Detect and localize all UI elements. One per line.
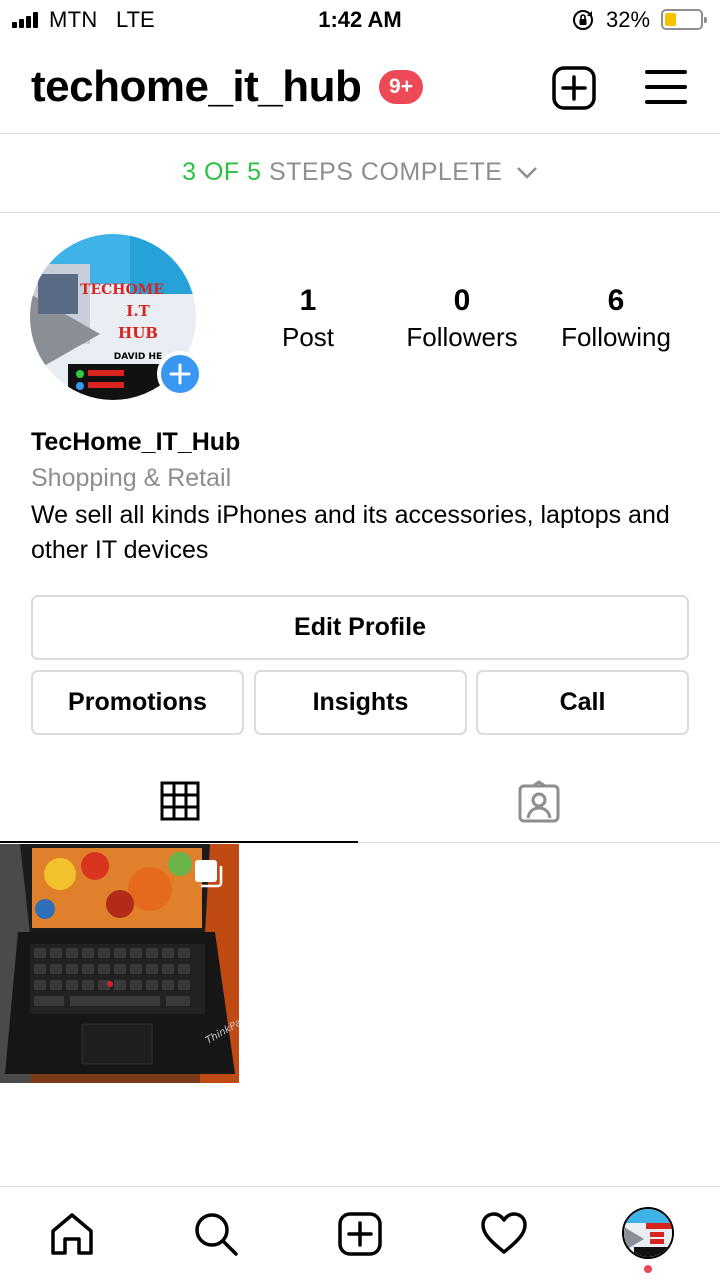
profile-bio: We sell all kinds iPhones and its access… <box>31 501 670 564</box>
promotions-button[interactable]: Promotions <box>31 670 244 735</box>
bottom-navigation <box>0 1186 720 1280</box>
steps-label: STEPS COMPLETE <box>268 158 503 186</box>
profile-category: Shopping & Retail <box>31 464 232 492</box>
profile-header: techome_it_hub 9+ <box>0 48 720 134</box>
rotation-lock-icon <box>573 10 593 30</box>
chevron-down-icon <box>517 167 537 180</box>
grid-icon <box>160 781 200 821</box>
avatar-title-line2: I.T <box>126 302 150 320</box>
notification-badge[interactable]: 9+ <box>379 70 423 104</box>
profile-display-name: TecHome_IT_Hub <box>31 428 241 456</box>
add-story-button[interactable] <box>157 351 203 397</box>
stat-following[interactable]: 6 Following <box>548 282 684 354</box>
status-bar: MTN LTE 1:42 AM 32% <box>0 0 720 40</box>
avatar-title-line4: DAVID HE <box>114 352 162 362</box>
insights-button[interactable]: Insights <box>254 670 467 735</box>
create-icon[interactable] <box>335 1209 385 1259</box>
avatar-title-line1: TECHOME <box>80 282 164 298</box>
profile-tabs <box>0 760 720 843</box>
call-button[interactable]: Call <box>476 670 689 735</box>
multiple-photos-icon <box>195 860 223 888</box>
battery-icon <box>661 9 707 30</box>
battery-fill <box>665 13 676 26</box>
stat-posts[interactable]: 1 Post <box>258 282 358 354</box>
home-icon[interactable] <box>47 1209 97 1259</box>
posts-count: 1 <box>299 284 317 317</box>
profile-picture[interactable]: TECHOME I.T HUB DAVID HE <box>30 234 203 400</box>
search-icon[interactable] <box>191 1209 241 1259</box>
activity-heart-icon[interactable] <box>479 1209 529 1259</box>
plus-icon <box>169 363 191 385</box>
tab-tagged[interactable] <box>360 760 720 843</box>
steps-progress[interactable]: 3 OF 5 STEPS COMPLETE <box>0 135 720 213</box>
menu-icon[interactable] <box>645 68 687 108</box>
new-post-icon[interactable] <box>551 65 597 111</box>
tab-grid[interactable] <box>0 760 358 843</box>
post-thumbnail[interactable]: ThinkPad <box>0 844 239 1083</box>
profile-avatar[interactable] <box>622 1207 674 1259</box>
profile-notification-dot <box>644 1265 652 1273</box>
edit-profile-button[interactable]: Edit Profile <box>31 595 689 660</box>
following-count: 6 <box>607 284 625 317</box>
account-username[interactable]: techome_it_hub <box>31 62 362 112</box>
battery-percent: 32% <box>606 7 651 32</box>
followers-count: 0 <box>453 284 471 317</box>
steps-count: 3 OF 5 <box>182 158 262 186</box>
avatar-title-line3: HUB <box>118 324 158 342</box>
stat-followers[interactable]: 0 Followers <box>392 282 532 354</box>
posts-label: Post <box>281 322 335 352</box>
tagged-icon <box>518 780 560 823</box>
followers-label: Followers <box>406 322 518 352</box>
following-label: Following <box>561 322 671 352</box>
